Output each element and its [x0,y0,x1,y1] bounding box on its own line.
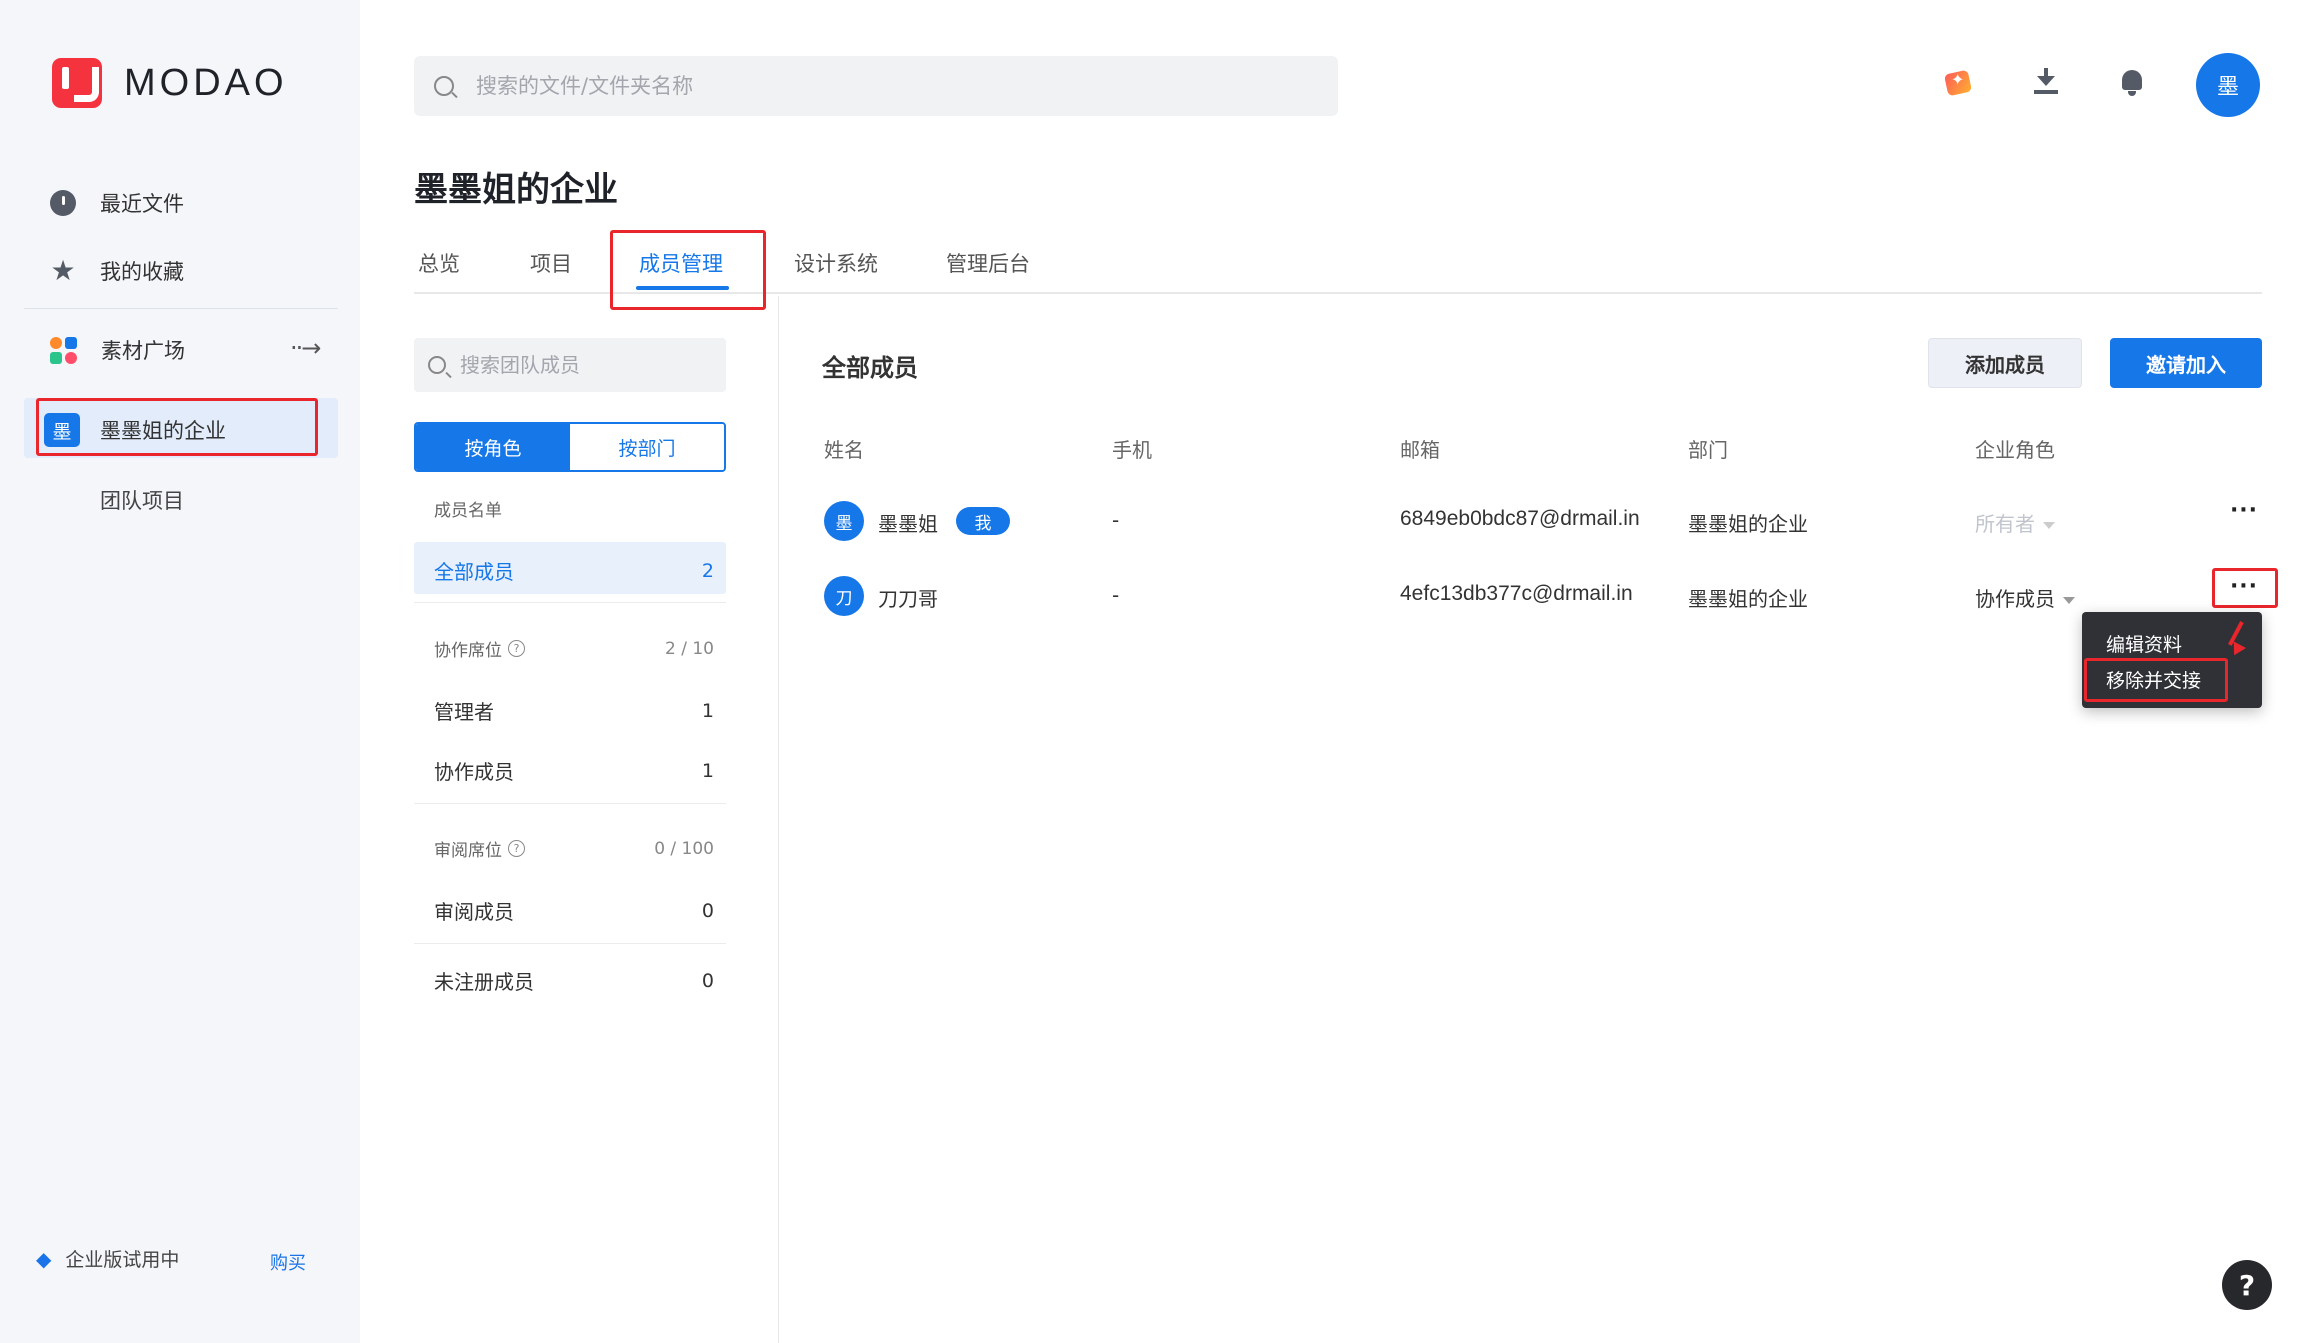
sidebar-item-team-projects[interactable]: 团队项目 [100,485,184,515]
list-item-all-members[interactable]: 全部成员 2 [434,556,714,585]
trial-status: ◆ 企业版试用中 [36,1245,179,1272]
bell-icon[interactable] [2120,70,2144,96]
help-button[interactable]: ? [2222,1260,2272,1310]
avatar: 墨 [824,501,864,541]
divider [414,602,726,603]
list-item-reviewer[interactable]: 审阅成员 0 [434,896,714,925]
member-search[interactable] [414,338,726,392]
chevron-down-icon [2063,597,2075,604]
member-name: 墨墨姐 [878,512,938,536]
logo[interactable]: MODAO [52,58,288,108]
more-actions-button[interactable]: ··· [2224,500,2264,528]
add-member-button[interactable]: 添加成员 [1928,338,2082,388]
file-search-input[interactable] [476,74,1296,98]
diamond-icon: ◆ [36,1246,52,1271]
sidebar-item-label: 我的收藏 [100,260,184,284]
list-item-admin[interactable]: 管理者 1 [434,696,714,725]
member-email: 6849eb0bdc87@drmail.in [1400,507,1640,530]
role-select-disabled: 所有者 [1975,508,2055,537]
role-select[interactable]: 协作成员 [1975,583,2075,612]
avatar: 刀 [824,576,864,616]
trial-text: 企业版试用中 [65,1249,180,1271]
invite-button[interactable]: 邀请加入 [2110,338,2262,388]
group-by-role-button[interactable]: 按角色 [416,424,570,470]
member-department: 墨墨姐的企业 [1688,587,1808,611]
user-avatar[interactable]: 墨 [2196,53,2260,117]
more-actions-button[interactable]: ··· [2224,576,2264,604]
logo-text: MODAO [124,61,288,104]
file-search[interactable] [414,56,1338,116]
section-title: 全部成员 [822,354,918,382]
member-department: 墨墨姐的企业 [1688,512,1808,536]
star-icon: ★ [50,254,76,287]
tab-design-system[interactable]: 设计系统 [794,248,878,278]
collab-seats-summary: 协作席位? 2 / 10 [434,638,714,662]
materials-icon [50,336,77,364]
column-header-phone: 手机 [1112,438,1152,462]
member-list-header: 成员名单 [434,501,502,521]
sidebar-divider [24,308,338,309]
menu-item-remove-transfer[interactable]: 移除并交接 [2106,666,2201,693]
tab-projects[interactable]: 项目 [530,248,572,278]
active-tab-indicator [636,286,729,290]
tab-member-management[interactable]: 成员管理 [639,248,723,278]
review-seats-summary: 审阅席位? 0 / 100 [434,838,714,862]
member-email: 4efc13db377c@drmail.in [1400,582,1633,605]
column-header-role[interactable]: 企业角色 [1975,434,2055,463]
sidebar-item-favorites[interactable]: ★ 我的收藏 [50,256,184,286]
divider [414,943,726,944]
sidebar-item-enterprise-label[interactable]: 墨墨姐的企业 [100,415,226,445]
buy-link[interactable]: 购买 [270,1249,306,1275]
help-circle-icon[interactable]: ? [508,840,525,857]
me-badge: 我 [956,507,1010,535]
panel-divider [778,296,779,1343]
clock-icon [50,190,76,216]
list-item-unregistered[interactable]: 未注册成员 0 [434,966,714,995]
annotation-arrow-icon [2232,622,2250,656]
column-header-department: 部门 [1688,438,1728,462]
menu-item-edit-profile[interactable]: 编辑资料 [2106,630,2182,657]
member-phone: - [1112,508,1120,532]
chevron-down-icon [2043,522,2055,529]
enterprise-avatar: 墨 [44,413,80,447]
sidebar-item-label: 素材广场 [101,339,185,363]
tab-overview[interactable]: 总览 [418,248,460,278]
sidebar-item-recent[interactable]: 最近文件 [50,188,184,218]
list-item-collaborator[interactable]: 协作成员 1 [434,756,714,785]
column-header-name: 姓名 [824,438,864,462]
sidebar-item-label: 最近文件 [100,192,184,216]
group-by-department-button[interactable]: 按部门 [570,424,724,470]
gift-icon[interactable] [1942,66,1976,98]
divider [414,803,726,804]
sidebar: MODAO 最近文件 ★ 我的收藏 素材广场 ··→ 墨 墨墨姐的企业 团队项目… [0,0,360,1343]
search-icon [428,356,446,374]
member-phone: - [1112,583,1120,607]
tab-admin[interactable]: 管理后台 [946,248,1030,278]
page-title: 墨墨姐的企业 [414,170,618,210]
member-search-input[interactable] [460,353,720,377]
help-circle-icon[interactable]: ? [508,640,525,657]
modao-logo-icon [52,58,102,108]
sidebar-item-materials[interactable]: 素材广场 [50,335,185,365]
group-by-toggle: 按角色 按部门 [414,422,726,472]
download-icon[interactable] [2032,66,2060,96]
column-header-email: 邮箱 [1400,438,1440,462]
arrow-right-icon[interactable]: ··→ [290,334,321,362]
search-icon [434,76,454,96]
member-name: 刀刀哥 [878,587,938,611]
